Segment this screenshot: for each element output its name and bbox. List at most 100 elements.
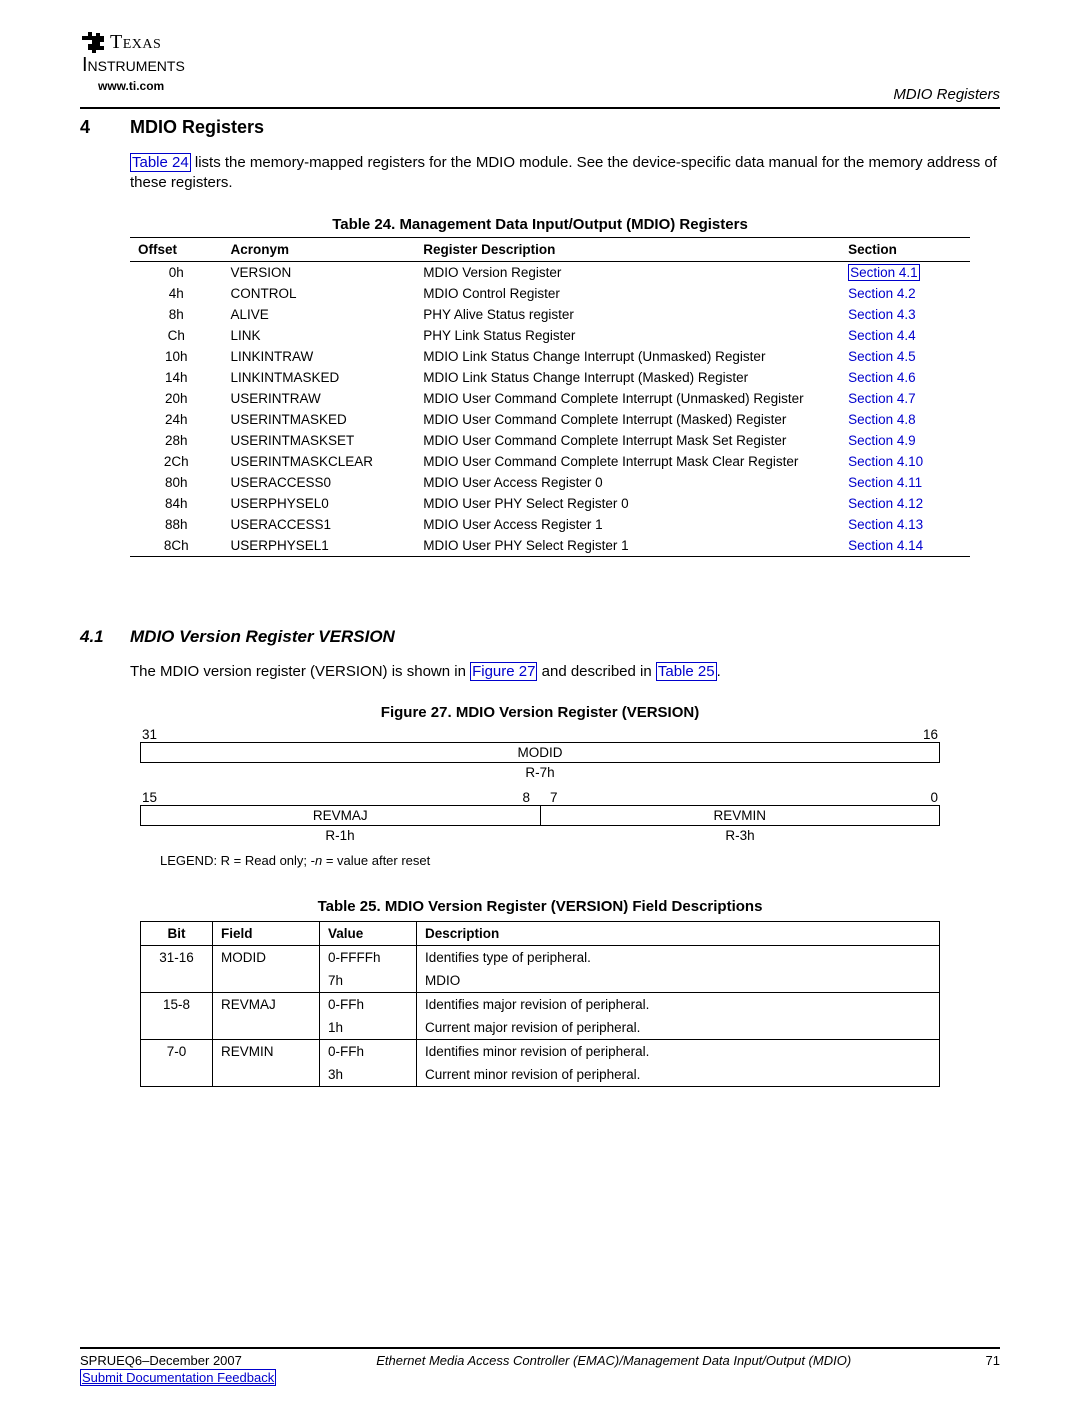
cell-bit: 7-0 (141, 1039, 213, 1063)
cell-section: Section 4.2 (840, 283, 970, 304)
table25-caption: Table 25. MDIO Version Register (VERSION… (80, 898, 1000, 915)
cell-acronym: USERINTMASKSET (223, 430, 416, 451)
cell-description: Current minor revision of peripheral. (417, 1063, 940, 1087)
cell-field (213, 1063, 320, 1087)
col-section: Section (840, 237, 970, 261)
subsection-heading: 4.1 MDIO Version Register VERSION (80, 627, 1000, 647)
table-row: 7-0REVMIN0-FFhIdentifies minor revision … (141, 1039, 940, 1063)
table-row: 31-16MODID0-FFFFhIdentifies type of peri… (141, 945, 940, 969)
field-revmin: REVMIN (540, 806, 940, 825)
cell-acronym: USERPHYSEL1 (223, 535, 416, 557)
ti-logo-block: Texas Instruments www.ti.com (80, 30, 185, 93)
cell-offset: 2Ch (130, 451, 223, 472)
field-revmaj: REVMAJ (141, 806, 540, 825)
col-desc: Description (417, 921, 940, 945)
cell-offset: 8Ch (130, 535, 223, 557)
reset-modid: R-7h (140, 763, 940, 782)
section-link[interactable]: Section 4.12 (848, 496, 923, 511)
col-field: Field (213, 921, 320, 945)
section-link[interactable]: Section 4.7 (848, 391, 916, 406)
section-link[interactable]: Section 4.1 (848, 264, 920, 281)
cell-section: Section 4.6 (840, 367, 970, 388)
cell-acronym: LINK (223, 325, 416, 346)
section-link[interactable]: Section 4.13 (848, 517, 923, 532)
table-row: 14hLINKINTMASKEDMDIO Link Status Change … (130, 367, 970, 388)
cell-offset: 24h (130, 409, 223, 430)
logo-url[interactable]: www.ti.com (98, 79, 185, 93)
section-link[interactable]: Section 4.11 (848, 475, 922, 490)
bit-16: 16 (923, 727, 938, 742)
cell-value: 0-FFh (320, 992, 417, 1016)
table-row: 0hVERSIONMDIO Version RegisterSection 4.… (130, 261, 970, 283)
cell-offset: 20h (130, 388, 223, 409)
cell-value: 0-FFh (320, 1039, 417, 1063)
table-row: 10hLINKINTRAWMDIO Link Status Change Int… (130, 346, 970, 367)
section-title: MDIO Registers (130, 117, 264, 138)
cell-field: REVMAJ (213, 992, 320, 1016)
link-figure-27[interactable]: Figure 27 (470, 662, 537, 681)
table-row: 7hMDIO (141, 969, 940, 993)
cell-field: REVMIN (213, 1039, 320, 1063)
table-24: Offset Acronym Register Description Sect… (130, 237, 970, 557)
cell-field (213, 1016, 320, 1040)
footer-docid: SPRUEQ6–December 2007 (80, 1353, 242, 1368)
section-link[interactable]: Section 4.2 (848, 286, 916, 301)
section-link[interactable]: Section 4.10 (848, 454, 923, 469)
cell-description: Current major revision of peripheral. (417, 1016, 940, 1040)
cell-section: Section 4.3 (840, 304, 970, 325)
cell-description: MDIO User Command Complete Interrupt Mas… (415, 451, 840, 472)
subsection-title: MDIO Version Register VERSION (130, 627, 395, 647)
cell-acronym: USERINTMASKCLEAR (223, 451, 416, 472)
section-link[interactable]: Section 4.8 (848, 412, 916, 427)
cell-description: PHY Link Status Register (415, 325, 840, 346)
section-link[interactable]: Section 4.9 (848, 433, 916, 448)
ti-chip-icon (80, 30, 106, 54)
cell-section: Section 4.14 (840, 535, 970, 557)
section-link[interactable]: Section 4.4 (848, 328, 916, 343)
cell-value: 1h (320, 1016, 417, 1040)
cell-acronym: USERACCESS0 (223, 472, 416, 493)
cell-description: MDIO Link Status Change Interrupt (Unmas… (415, 346, 840, 367)
cell-offset: 84h (130, 493, 223, 514)
logo-text-instruments: Instruments (82, 54, 185, 77)
subsection-number: 4.1 (80, 627, 130, 647)
table-row: ChLINKPHY Link Status Register Section 4.… (130, 325, 970, 346)
cell-description: Identifies type of peripheral. (417, 945, 940, 969)
section-link[interactable]: Section 4.14 (848, 538, 923, 553)
link-table-24[interactable]: Table 24 (130, 153, 191, 172)
cell-section: Section 4.10 (840, 451, 970, 472)
cell-description: MDIO Version Register (415, 261, 840, 283)
cell-bit (141, 1063, 213, 1087)
section-link[interactable]: Section 4.6 (848, 370, 916, 385)
cell-field: MODID (213, 945, 320, 969)
header-section-name: MDIO Registers (893, 86, 1000, 103)
table-row: 80hUSERACCESS0MDIO User Access Register … (130, 472, 970, 493)
link-table-25[interactable]: Table 25 (656, 662, 717, 681)
cell-section: Section 4.12 (840, 493, 970, 514)
cell-section: Section 4.7 (840, 388, 970, 409)
cell-bit: 15-8 (141, 992, 213, 1016)
table-row: 88hUSERACCESS1MDIO User Access Register … (130, 514, 970, 535)
subsection-paragraph: The MDIO version register (VERSION) is s… (130, 662, 1000, 682)
page-footer: SPRUEQ6–December 2007 Ethernet Media Acc… (80, 1347, 1000, 1385)
cell-description: MDIO User Access Register 0 (415, 472, 840, 493)
col-description: Register Description (415, 237, 840, 261)
cell-acronym: CONTROL (223, 283, 416, 304)
cell-offset: 8h (130, 304, 223, 325)
footer-pagenum: 71 (986, 1353, 1000, 1368)
cell-section: Section 4.5 (840, 346, 970, 367)
cell-offset: Ch (130, 325, 223, 346)
section-link[interactable]: Section 4.3 (848, 307, 916, 322)
col-acronym: Acronym (223, 237, 416, 261)
cell-description: MDIO Control Register (415, 283, 840, 304)
section-link[interactable]: Section 4.5 (848, 349, 916, 364)
cell-description: MDIO (417, 969, 940, 993)
cell-section: Section 4.9 (840, 430, 970, 451)
footer-feedback-link[interactable]: Submit Documentation Feedback (80, 1369, 276, 1386)
table-row: 1hCurrent major revision of peripheral. (141, 1016, 940, 1040)
logo-text-texas: Texas (110, 31, 161, 54)
table-row: 3hCurrent minor revision of peripheral. (141, 1063, 940, 1087)
cell-value: 0-FFFFh (320, 945, 417, 969)
cell-section: Section 4.13 (840, 514, 970, 535)
bit-15: 15 (142, 790, 336, 805)
